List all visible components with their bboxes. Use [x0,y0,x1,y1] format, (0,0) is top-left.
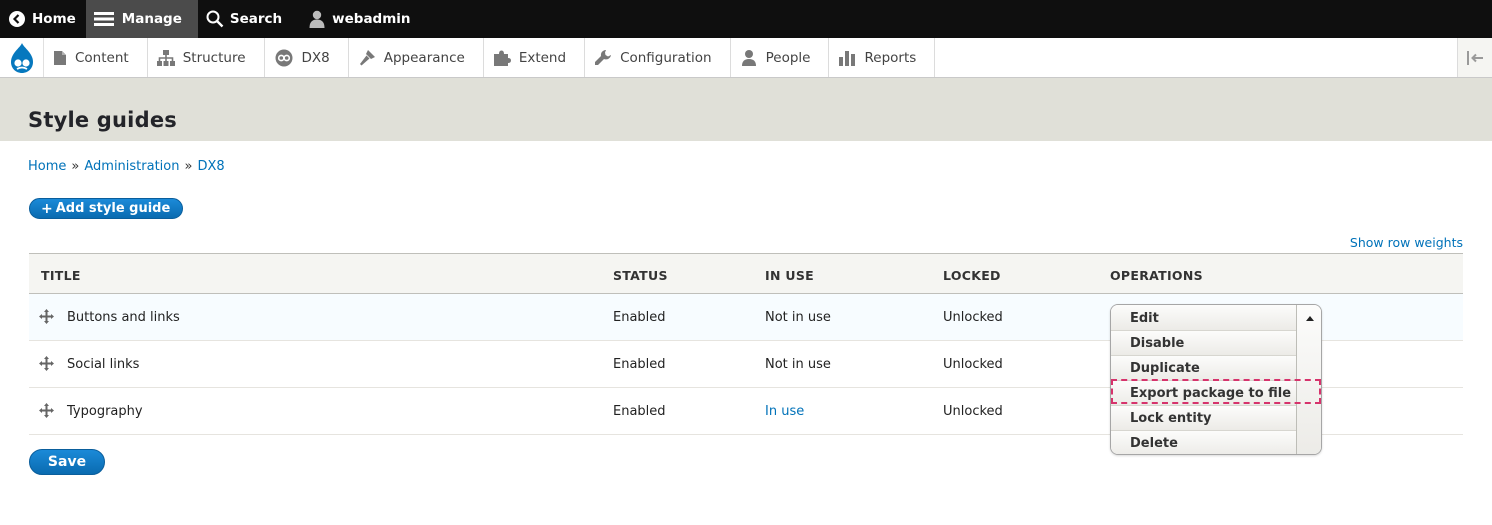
people-icon [741,49,756,66]
row-status: Enabled [613,357,666,372]
tray-item-label: Configuration [620,49,712,66]
tray-spacer [935,38,1458,77]
column-header-operations: OPERATIONS [1110,268,1203,283]
search-icon [206,10,224,28]
tray-item-label: Extend [518,49,567,66]
admin-tray: Content Structure DX8 Appearance Extend … [0,38,1492,78]
operation-lock-entity[interactable]: Lock entity [1111,406,1296,431]
column-header-title: TITLE [41,268,81,283]
user-icon [309,10,325,28]
structure-icon [156,49,175,66]
tray-item-dx8[interactable]: DX8 [265,38,349,77]
tray-item-label: DX8 [301,49,330,66]
drupal-drop-icon [10,42,33,73]
page-header: Style guides [0,78,1492,141]
caret-up-icon [1306,316,1314,321]
toolbar-home[interactable]: Home [0,0,86,38]
tray-item-label: Appearance [383,49,465,66]
page-title: Style guides [28,108,177,132]
drag-handle-icon[interactable] [39,356,54,371]
drag-handle-icon[interactable] [39,309,54,324]
save-button[interactable]: Save [29,449,105,475]
home-back-icon [9,11,25,27]
breadcrumb-separator: » [184,159,193,174]
column-header-status: STATUS [613,268,668,283]
tray-item-structure[interactable]: Structure [148,38,265,77]
tray-item-appearance[interactable]: Appearance [349,38,484,77]
tray-item-reports[interactable]: Reports [829,38,936,77]
column-header-in-use: IN USE [765,268,814,283]
tray-item-people[interactable]: People [731,38,830,77]
hamburger-icon [93,12,114,26]
toolbar-home-label: Home [32,11,76,27]
breadcrumb-separator: » [71,159,80,174]
row-status: Enabled [613,310,666,325]
collapse-left-icon [1467,50,1483,65]
operation-export-package[interactable]: Export package to file [1111,381,1296,406]
tray-item-configuration[interactable]: Configuration [585,38,731,77]
table-header: TITLE STATUS IN USE LOCKED OPERATIONS [29,253,1463,294]
operation-edit[interactable]: Edit [1111,305,1296,331]
content-icon [54,50,66,65]
row-title: Typography [67,404,143,419]
breadcrumb-administration[interactable]: Administration [84,159,179,174]
appearance-icon [359,49,375,65]
breadcrumb-dx8[interactable]: DX8 [197,159,224,174]
row-locked: Unlocked [943,404,1003,419]
drupal-logo[interactable] [0,38,44,77]
operations-dropbutton: Edit Disable Duplicate Export package to… [1110,304,1322,455]
toolbar-manage[interactable]: Manage [85,0,198,38]
plus-icon: + [41,200,53,217]
tray-item-content[interactable]: Content [44,38,148,77]
show-row-weights-link[interactable]: Show row weights [1350,235,1463,250]
row-in-use: Not in use [765,310,831,325]
toolbar-bar: Home Manage Search webadmin [0,0,1492,38]
add-style-guide-button[interactable]: + Add style guide [29,198,184,219]
row-locked: Unlocked [943,310,1003,325]
row-locked: Unlocked [943,357,1003,372]
row-in-use: Not in use [765,357,831,372]
tray-item-label: Reports [864,49,917,66]
tray-item-label: Structure [182,49,246,66]
column-header-locked: LOCKED [943,268,1001,283]
operation-disable[interactable]: Disable [1111,331,1296,356]
add-style-guide-label: Add style guide [55,201,171,216]
toolbar-user-label: webadmin [332,11,411,27]
breadcrumb-home[interactable]: Home [28,159,66,174]
operation-duplicate[interactable]: Duplicate [1111,356,1296,381]
operation-delete[interactable]: Delete [1111,431,1296,454]
toolbar-search[interactable]: Search [198,0,292,38]
dropbutton-items: Edit Disable Duplicate Export package to… [1111,305,1296,454]
row-status: Enabled [613,404,666,419]
row-title: Social links [67,357,140,372]
row-in-use-link[interactable]: In use [765,404,804,419]
reports-icon [839,50,856,66]
toolbar-user[interactable]: webadmin [300,0,420,38]
extend-icon [493,50,511,66]
breadcrumb: Home » Administration » DX8 [28,159,225,174]
wrench-icon [595,49,612,65]
toolbar-search-label: Search [229,11,283,27]
dropbutton-toggle[interactable] [1296,305,1321,454]
dx8-icon [275,49,293,66]
tray-item-label: People [765,49,811,66]
row-title: Buttons and links [67,310,180,325]
tray-item-label: Content [75,49,129,66]
toolbar-manage-label: Manage [121,11,182,27]
tray-item-extend[interactable]: Extend [484,38,586,77]
tray-orientation-toggle[interactable] [1458,38,1492,77]
drag-handle-icon[interactable] [39,403,54,418]
